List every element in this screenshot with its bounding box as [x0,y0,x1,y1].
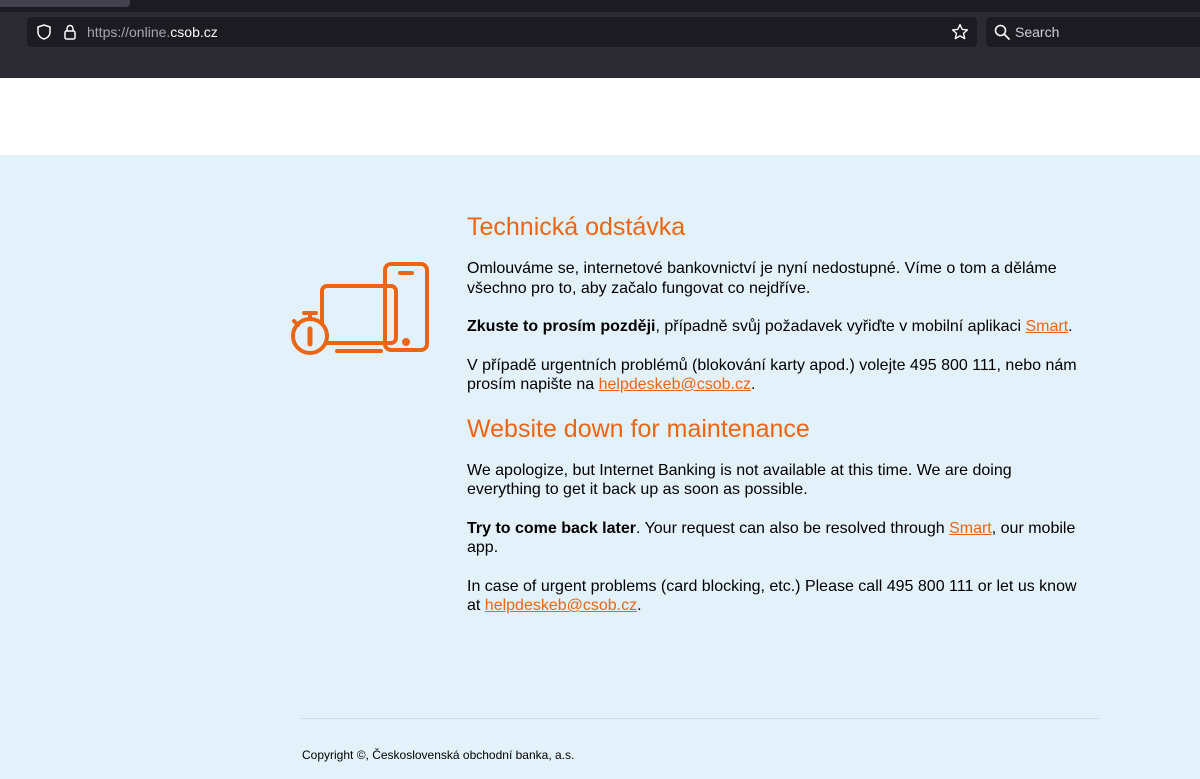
en-p3-end: . [637,597,642,614]
en-helpdesk-email-link[interactable]: helpdeskeb@csob.cz [485,597,637,614]
shield-icon[interactable] [35,23,53,41]
en-try-later: Try to come back later [467,519,636,537]
en-smart-link[interactable]: Smart [949,520,992,537]
cz-smart-link[interactable]: Smart [1025,318,1068,335]
active-tab[interactable] [0,0,130,7]
en-title: Website down for maintenance [467,414,810,443]
url-domain: csob.cz [170,24,218,40]
lock-icon[interactable] [61,23,79,41]
bookmark-star-icon[interactable] [950,22,970,42]
en-paragraph-2: Try to come back later. Your request can… [467,519,1087,558]
footer-divider [301,718,1099,719]
cz-paragraph-3: V případě urgentních problémů (blokování… [467,356,1087,395]
search-bar[interactable]: Search [986,17,1200,47]
cz-paragraph-1: Omlouváme se, internetové bankovnictví j… [467,260,1057,297]
cz-paragraph-2: Zkuste to prosím později, případně svůj … [467,317,1087,337]
cz-p3-end: . [750,376,756,393]
maintenance-content: Technická odstávka Omlouváme se, interne… [467,212,1087,635]
footer-copyright: Copyright ©, Československá obchodní ban… [302,748,575,762]
page-header-band [0,78,1200,155]
cz-p2-end: . [1068,318,1073,335]
url-prefix: https://online. [87,24,171,40]
url-text[interactable]: https://online.csob.cz [87,24,218,40]
search-icon [994,24,1010,40]
cz-p2-text: , případně svůj požadavek vyřiďte v mobi… [655,318,1026,335]
en-paragraph-3: In case of urgent problems (card blockin… [467,577,1087,616]
en-p2-text: . Your request can also be resolved thro… [635,519,950,537]
browser-chrome: https://online.csob.cz Search [0,0,1200,78]
cz-try-later: Zkuste to prosím později [467,318,656,335]
tab-strip [0,0,1200,12]
cz-helpdesk-email-link[interactable]: helpdeskeb@csob.cz [599,376,751,393]
cz-p3-text: V případě urgentních problémů (blokování… [467,356,1077,394]
devices-with-stopwatch-icon [291,262,429,355]
address-bar[interactable]: https://online.csob.cz [27,17,977,47]
en-paragraph-1: We apologize, but Internet Banking is no… [467,461,1012,499]
cz-title: Technická odstávka [467,213,686,241]
search-placeholder: Search [1015,24,1060,40]
